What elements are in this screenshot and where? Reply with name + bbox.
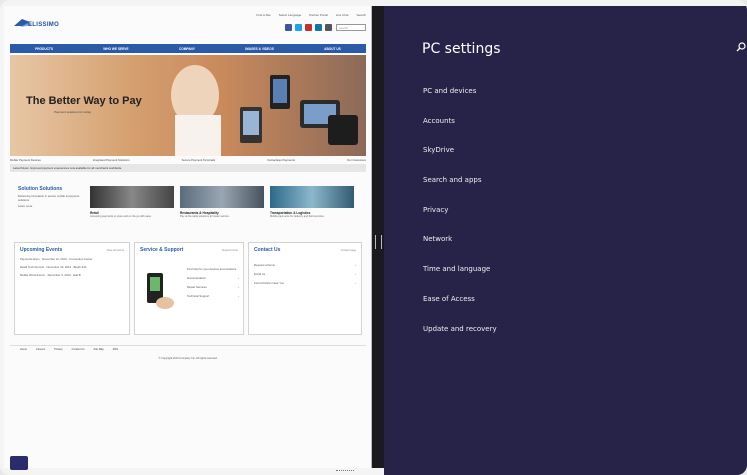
tile-text: Accepting payments in-store and on the g… <box>90 215 152 218</box>
service-link[interactable]: Technical Support › <box>187 294 239 298</box>
nav-item[interactable]: IMAGES & VIDEOS <box>245 47 274 51</box>
top-link[interactable]: Select Language <box>279 13 302 17</box>
scroll-indicator <box>336 470 354 474</box>
solutions-title: Solution Solutions <box>18 186 63 192</box>
hero-title: The Better Way to Pay <box>26 95 142 107</box>
solutions-text: Delivering innovation in secure mobile &… <box>18 194 80 202</box>
start-button-icon[interactable] <box>10 456 28 470</box>
nav-item[interactable]: WHO WE SERVE <box>103 47 128 51</box>
footer-link[interactable]: Home <box>20 348 27 351</box>
service-text: Find help for your devices and solutions <box>187 267 237 271</box>
top-link[interactable]: Partner Portal <box>309 13 328 17</box>
facebook-icon[interactable] <box>285 24 292 31</box>
nav-item[interactable]: COMPANY <box>179 47 195 51</box>
screen-frame: Find a Site Select Language Partner Port… <box>0 0 747 475</box>
footer-links: Home Careers Privacy Contact Us Site Map… <box>10 345 366 353</box>
pc-settings-pane: PC settings PC and devices Accounts SkyD… <box>384 6 747 475</box>
contact-panel: Contact Us Contact page Request a Demo › … <box>248 242 362 335</box>
tile-image <box>180 186 264 208</box>
event-item[interactable]: Retail Tech Summit · November 19, 2013 ·… <box>20 265 124 269</box>
nav-item[interactable]: ABOUT US <box>324 47 341 51</box>
tile-text: Pay at the table solutions for faster se… <box>180 215 230 218</box>
top-link[interactable]: Find a Site <box>256 13 270 17</box>
caption-link[interactable]: Our Customers <box>347 158 366 162</box>
site-logo-text[interactable]: ELISSIMO <box>28 22 59 28</box>
website-pane[interactable]: Find a Site Select Language Partner Port… <box>4 6 372 468</box>
card-reader-image <box>147 273 174 309</box>
settings-item-accounts[interactable]: Accounts <box>423 117 497 147</box>
settings-item-pc-and-devices[interactable]: PC and devices <box>423 87 497 117</box>
settings-item-search-and-apps[interactable]: Search and apps <box>423 176 497 206</box>
footer-link[interactable]: Careers <box>36 348 45 351</box>
service-text-block: Find help for your devices and solutions… <box>187 263 239 298</box>
events-panel: Upcoming Events View all events Payments… <box>14 242 130 335</box>
settings-item-time-and-language[interactable]: Time and language <box>423 265 497 295</box>
solution-tile[interactable]: Restaurants & Hospitality Pay at the tab… <box>180 186 264 219</box>
contact-link[interactable]: Find a Partner Near You › <box>254 281 356 285</box>
settings-menu: PC and devices Accounts SkyDrive Search … <box>423 87 497 354</box>
contact-link[interactable]: Request a Demo › <box>254 263 356 267</box>
event-item[interactable]: Payments Expo · November 12, 2013 · Conv… <box>20 257 124 261</box>
tile-text: Mobile payments for delivery and field s… <box>270 215 325 218</box>
service-link[interactable]: Repair Services › <box>187 285 239 289</box>
caption-link[interactable]: Secure Payment Terminals <box>182 158 215 162</box>
caption-link[interactable]: Mobile Payment Devices <box>10 158 41 162</box>
service-panel: Service & Support Support home Find help… <box>134 242 244 335</box>
nav-item[interactable]: PRODUCTS <box>35 47 53 51</box>
top-link[interactable]: Search <box>356 13 366 17</box>
solution-tile[interactable]: Retail Accepting payments in-store and o… <box>90 186 174 219</box>
tile-image <box>270 186 354 208</box>
top-links: Find a Site Select Language Partner Port… <box>256 13 366 17</box>
view-events-link[interactable]: View all events <box>107 249 124 252</box>
hero-subtitle: Payment solutions for today <box>54 110 92 114</box>
settings-item-privacy[interactable]: Privacy <box>423 206 497 236</box>
caption-link[interactable]: Contactless Payments <box>267 158 295 162</box>
main-nav: PRODUCTS WHO WE SERVE COMPANY IMAGES & V… <box>10 44 366 53</box>
settings-item-ease-of-access[interactable]: Ease of Access <box>423 295 497 325</box>
settings-item-skydrive[interactable]: SkyDrive <box>423 146 497 176</box>
contact-page-link[interactable]: Contact page <box>341 249 356 252</box>
linkedin-icon[interactable] <box>315 24 322 31</box>
footer-link[interactable]: Site Map <box>94 348 104 351</box>
caption-link[interactable]: Integrated Payment Solutions <box>93 158 130 162</box>
hero-captions: Mobile Payment Devices Integrated Paymen… <box>10 158 366 162</box>
youtube-icon[interactable] <box>305 24 312 31</box>
twitter-icon[interactable] <box>295 24 302 31</box>
hero-banner[interactable]: The Better Way to Pay Payment solutions … <box>10 55 366 156</box>
event-item[interactable]: Mobile World Forum · December 3, 2013 · … <box>20 273 124 277</box>
footer-link[interactable]: RSS <box>113 348 118 351</box>
contact-link[interactable]: Email Us › <box>254 272 356 276</box>
tile-image <box>90 186 174 208</box>
solutions-block: Solution Solutions Delivering innovation… <box>18 186 80 208</box>
footer-link[interactable]: Privacy <box>54 348 63 351</box>
solution-tile[interactable]: Transportation & Logistics Mobile paymen… <box>270 186 354 219</box>
news-ticker[interactable]: Latest News: Improved payment experience… <box>10 164 366 172</box>
search-icon[interactable] <box>736 42 746 52</box>
settings-item-update-and-recovery[interactable]: Update and recovery <box>423 325 497 355</box>
top-link[interactable]: Live Chat <box>336 13 349 17</box>
share-icon[interactable] <box>325 24 332 31</box>
solutions-link[interactable]: Learn more <box>18 204 80 208</box>
settings-item-network[interactable]: Network <box>423 235 497 265</box>
footer-link[interactable]: Contact Us <box>72 348 85 351</box>
site-search-input[interactable]: search <box>336 24 366 31</box>
settings-title: PC settings <box>422 41 501 57</box>
service-link[interactable]: Documentation › <box>187 276 239 280</box>
social-icons <box>285 24 332 31</box>
splitter-grip-icon[interactable] <box>375 235 382 249</box>
support-home-link[interactable]: Support home <box>222 249 238 252</box>
app-splitter[interactable] <box>372 6 384 468</box>
copyright-text: © Copyright 2013 Company Inc. All rights… <box>158 357 218 360</box>
